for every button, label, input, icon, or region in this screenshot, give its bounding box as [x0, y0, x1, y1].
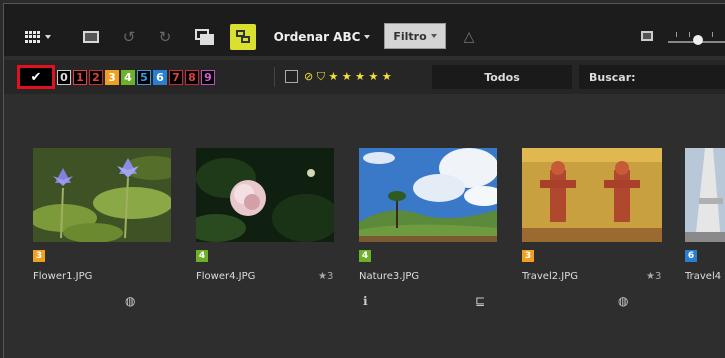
statues-photo — [522, 148, 662, 242]
rotate-right-button[interactable]: ↻ — [152, 24, 178, 50]
chevron-down-icon — [364, 35, 371, 39]
rating-filter-checkbox[interactable] — [285, 70, 298, 83]
stack-button[interactable] — [191, 24, 219, 50]
globe-icon: ◍ — [125, 294, 136, 308]
adjust-button[interactable]: △ — [456, 24, 482, 50]
label-filter-9[interactable]: 9 — [201, 70, 215, 85]
color-label-badge: 4 — [359, 250, 371, 262]
label-filter-3[interactable]: 3 — [105, 70, 119, 85]
frame-icon — [83, 31, 99, 43]
thumbnail-image[interactable] — [522, 148, 662, 242]
label-filter-6[interactable]: 6 — [153, 70, 167, 85]
thumbnail-item[interactable]: 6 Travel4 — [685, 148, 725, 318]
grid-view-icon — [25, 31, 41, 43]
flower-photo — [33, 148, 171, 242]
thumbnail-size-icon — [641, 31, 653, 41]
file-name: Nature3.JPG — [359, 271, 420, 282]
label-filter-1[interactable]: 1 — [73, 70, 87, 85]
checkmark-icon: ✔ — [30, 69, 42, 85]
label-filter-group: 0123456789 — [57, 70, 217, 85]
file-name: Travel4 — [685, 271, 722, 282]
thumbnail-image[interactable] — [33, 148, 171, 242]
label-filter-5[interactable]: 5 — [137, 70, 151, 85]
filter-scope-dropdown[interactable]: Todos — [432, 65, 572, 89]
label-filter-8[interactable]: 8 — [185, 70, 199, 85]
chevron-down-icon — [45, 35, 51, 39]
color-label-badge: 6 — [685, 250, 697, 262]
flower-photo — [196, 148, 334, 242]
rating-text: ★3 — [646, 271, 662, 282]
hierarchy-icon: ⊑ — [475, 294, 486, 308]
label-filter-7[interactable]: 7 — [169, 70, 183, 85]
sort-label: Ordenar ABC — [273, 30, 361, 44]
group-button[interactable] — [230, 24, 256, 50]
view-mode-button[interactable] — [18, 24, 58, 50]
file-name: Travel2.JPG — [522, 271, 578, 282]
filter-bar: ✔ 0123456789 ⊘ ⛉ ★ ★ ★ ★ ★ Todos Buscar: — [4, 60, 725, 94]
filter-label: Filtro — [393, 29, 427, 43]
label-filter-4[interactable]: 4 — [121, 70, 135, 85]
zoom-slider-handle[interactable] — [693, 35, 703, 45]
tower-photo — [685, 148, 725, 242]
info-icon: ℹ — [363, 294, 368, 308]
filter-enable-checkbox[interactable]: ✔ — [17, 65, 55, 89]
search-label: Buscar: — [589, 70, 636, 84]
color-label-badge: 3 — [33, 250, 45, 262]
color-label-badge: 4 — [196, 250, 208, 262]
filter-scope-label: Todos — [484, 70, 520, 84]
main-toolbar: ↺ ↻ Ordenar ABC Filtro △ — [4, 4, 725, 56]
globe-icon: ◍ — [618, 294, 629, 308]
divider — [274, 67, 275, 87]
thumbnail-image[interactable] — [685, 148, 725, 242]
search-field[interactable]: Buscar: — [579, 65, 725, 89]
sort-dropdown[interactable]: Ordenar ABC — [267, 24, 377, 50]
rotate-left-icon: ↺ — [122, 28, 136, 46]
warning-icon: △ — [463, 29, 475, 45]
file-name: Flower4.JPG — [196, 271, 256, 282]
viewer-window: ↺ ↻ Ordenar ABC Filtro △ ✔ 0 1 2 3 4 5 6… — [3, 3, 725, 358]
thumbnail-image[interactable] — [359, 148, 497, 242]
rotate-right-icon: ↻ — [158, 28, 172, 46]
rating-text: ★3 — [318, 271, 334, 282]
label-filter-0[interactable]: 0 — [57, 70, 71, 85]
filter-dropdown[interactable]: Filtro — [384, 23, 446, 49]
rotate-left-button[interactable]: ↺ — [116, 24, 142, 50]
color-label-badge: 3 — [522, 250, 534, 262]
full-screen-button[interactable] — [78, 24, 104, 50]
label-filter-2[interactable]: 2 — [89, 70, 103, 85]
file-name: Flower1.JPG — [33, 271, 93, 282]
landscape-photo — [359, 148, 497, 242]
rating-filter-stars[interactable]: ⊘ ⛉ ★ ★ ★ ★ ★ — [304, 69, 392, 85]
chevron-down-icon — [430, 34, 437, 38]
thumbnail-image[interactable] — [196, 148, 334, 242]
